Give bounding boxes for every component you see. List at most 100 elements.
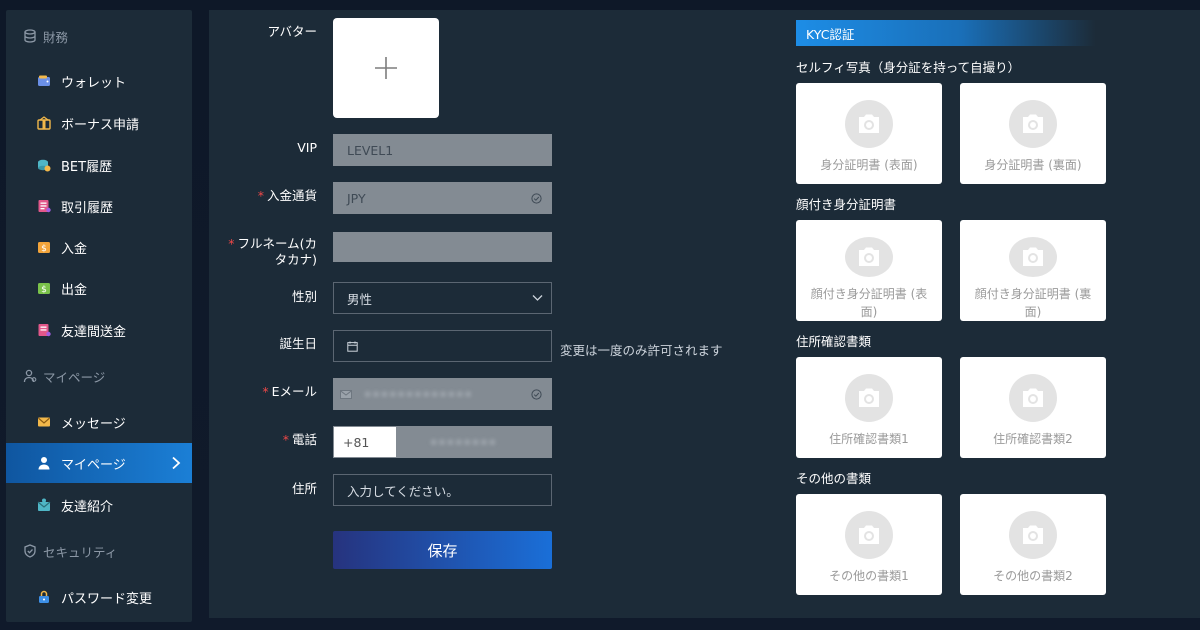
section-mypage: マイページ bbox=[23, 364, 105, 388]
check-circle-icon bbox=[531, 193, 542, 204]
kyc-card-label: 住所確認書類1 bbox=[829, 432, 909, 446]
chevron-down-icon bbox=[532, 295, 543, 301]
kyc-card-label: 身分証明書 (表面) bbox=[820, 158, 918, 172]
camera-icon bbox=[845, 374, 893, 422]
address-input[interactable]: 入力してください。 bbox=[333, 474, 552, 506]
kyc-upload-card[interactable]: 顔付き身分証明書 (裏面) bbox=[960, 220, 1106, 321]
email-label: * Eメール bbox=[209, 384, 317, 400]
sidebar-item-label: メッセージ bbox=[61, 416, 126, 432]
fullname-label: * フルネーム(カ タカナ) bbox=[209, 236, 317, 268]
transfer-icon bbox=[38, 324, 51, 337]
phone-value: •••••••• bbox=[430, 434, 497, 450]
sidebar-item-message[interactable]: メッセージ bbox=[6, 402, 192, 442]
address-label: 住所 bbox=[291, 481, 317, 496]
vip-label: VIP bbox=[297, 140, 317, 155]
sidebar-item-wallet[interactable]: ウォレット bbox=[6, 61, 192, 101]
svg-text:$: $ bbox=[41, 244, 47, 254]
currency-field: JPY bbox=[333, 182, 552, 214]
user-group-icon bbox=[23, 369, 37, 383]
gender-value: 男性 bbox=[347, 291, 373, 307]
sidebar-item-referral[interactable]: 友達紹介 bbox=[6, 485, 192, 525]
required-mark: * bbox=[228, 236, 235, 251]
camera-icon bbox=[1009, 511, 1057, 559]
required-mark: * bbox=[257, 188, 264, 203]
lock-icon bbox=[39, 590, 49, 603]
plus-icon bbox=[375, 57, 397, 79]
kyc-card-label: 顔付き身分証明書 (表面) bbox=[810, 287, 928, 319]
kyc-upload-card[interactable]: 顔付き身分証明書 (表面) bbox=[796, 220, 942, 321]
vip-field: LEVEL1 bbox=[333, 134, 552, 166]
sidebar-item-deposit[interactable]: $ 入金 bbox=[6, 227, 192, 267]
section-label: マイページ bbox=[43, 369, 106, 385]
section-security: セキュリティ bbox=[23, 539, 117, 563]
sidebar-item-label: ウォレット bbox=[61, 75, 127, 91]
sidebar-item-friend-transfer[interactable]: 友達間送金 bbox=[6, 310, 192, 350]
kyc-upload-card[interactable]: 住所確認書類1 bbox=[796, 357, 942, 458]
kyc-header: KYC認証 bbox=[796, 20, 1096, 46]
required-mark: * bbox=[282, 432, 289, 447]
kyc-upload-card[interactable]: 身分証明書 (表面) bbox=[796, 83, 942, 184]
camera-icon bbox=[1009, 100, 1057, 148]
save-button[interactable]: 保存 bbox=[333, 531, 552, 569]
sidebar-item-bet-history[interactable]: BET履歴 bbox=[6, 145, 192, 185]
email-field: ••••••••••••• bbox=[333, 378, 552, 410]
currency-value: JPY bbox=[347, 190, 366, 206]
coins-icon bbox=[38, 159, 51, 172]
gift-icon bbox=[37, 116, 51, 130]
svg-text:$: $ bbox=[41, 285, 47, 295]
check-circle-icon bbox=[531, 389, 542, 400]
kyc-upload-card[interactable]: その他の書類1 bbox=[796, 494, 942, 595]
section-finance: 財務 bbox=[23, 24, 68, 48]
phone-field: +81 •••••••• bbox=[333, 426, 552, 458]
vip-value: LEVEL1 bbox=[347, 142, 394, 158]
required-mark: * bbox=[262, 384, 269, 399]
birthday-input[interactable] bbox=[333, 330, 552, 362]
phone-prefix: +81 bbox=[334, 427, 396, 457]
avatar-upload[interactable] bbox=[333, 18, 439, 118]
kyc-upload-card[interactable]: 住所確認書類2 bbox=[960, 357, 1106, 458]
gender-label: 性別 bbox=[291, 289, 317, 304]
kyc-group-title: 顔付き身分証明書 bbox=[796, 197, 897, 212]
fullname-label-line2: タカナ) bbox=[274, 252, 317, 267]
kyc-group-title: 住所確認書類 bbox=[796, 334, 872, 349]
chevron-right-icon bbox=[172, 456, 181, 470]
kyc-upload-card[interactable]: その他の書類2 bbox=[960, 494, 1106, 595]
kyc-group-title: セルフィ写真（身分証を持って自撮り） bbox=[796, 60, 1021, 75]
sidebar: 財務 ウォレット ボーナス申請 BET履歴 取引履歴 $ 入金 $ 出金 友達間 bbox=[6, 10, 192, 622]
camera-icon bbox=[845, 100, 893, 148]
phone-number-box: •••••••• bbox=[396, 427, 551, 457]
section-label: セキュリティ bbox=[43, 544, 118, 560]
fullname-label-line1: フルネーム(カ bbox=[237, 236, 317, 251]
sidebar-item-label: 取引履歴 bbox=[61, 200, 114, 216]
database-icon bbox=[24, 29, 36, 43]
kyc-card-label: その他の書類1 bbox=[829, 569, 909, 583]
birthday-hint: 変更は一度のみ許可されます bbox=[560, 343, 723, 358]
birthday-label: 誕生日 bbox=[279, 336, 317, 351]
sidebar-item-label: 友達紹介 bbox=[61, 499, 114, 515]
kyc-card-label: その他の書類2 bbox=[993, 569, 1073, 583]
user-icon bbox=[38, 457, 50, 470]
email-label-text: Eメール bbox=[271, 384, 317, 399]
calendar-icon bbox=[347, 341, 358, 352]
sidebar-item-bonus[interactable]: ボーナス申請 bbox=[6, 103, 192, 143]
gender-select[interactable]: 男性 bbox=[333, 282, 552, 314]
sidebar-item-change-password[interactable]: パスワード変更 bbox=[6, 577, 192, 617]
sidebar-item-transaction-history[interactable]: 取引履歴 bbox=[6, 186, 192, 226]
sidebar-item-label: ボーナス申請 bbox=[61, 117, 140, 133]
sidebar-item-mypage[interactable]: マイページ bbox=[6, 443, 192, 483]
kyc-card-label: 顔付き身分証明書 (裏面) bbox=[974, 287, 1092, 319]
sidebar-item-label: BET履歴 bbox=[61, 159, 113, 175]
profile-panel: アバター VIP LEVEL1 * 入金通貨 JPY * フルネーム(カ タカナ) 性… bbox=[209, 10, 1200, 618]
address-placeholder: 入力してください。 bbox=[347, 483, 459, 499]
phone-label-text: 電話 bbox=[291, 432, 317, 447]
sidebar-item-withdraw[interactable]: $ 出金 bbox=[6, 268, 192, 308]
app-frame: 財務 ウォレット ボーナス申請 BET履歴 取引履歴 $ 入金 $ 出金 友達間 bbox=[0, 0, 1200, 630]
camera-icon bbox=[1009, 237, 1057, 277]
currency-label: * 入金通貨 bbox=[209, 188, 317, 204]
camera-icon bbox=[1009, 374, 1057, 422]
avatar-label: アバター bbox=[267, 24, 317, 39]
phone-label: * 電話 bbox=[209, 432, 317, 448]
camera-icon bbox=[845, 237, 893, 277]
kyc-upload-card[interactable]: 身分証明書 (裏面) bbox=[960, 83, 1106, 184]
sidebar-item-label: マイページ bbox=[61, 457, 126, 473]
